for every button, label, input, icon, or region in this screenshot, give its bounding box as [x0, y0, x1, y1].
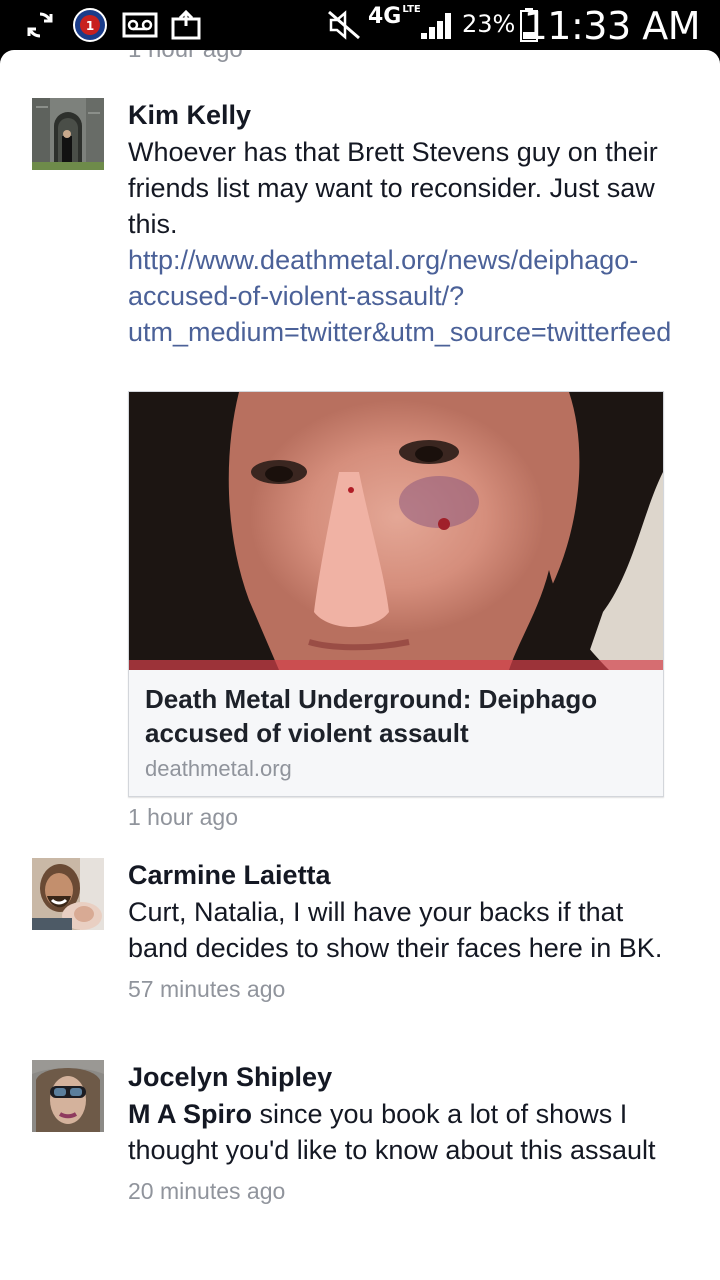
network-type: 4GLTE [368, 4, 421, 29]
clock: 11:33 AM [523, 4, 701, 48]
comment-author[interactable]: Kim Kelly [128, 98, 676, 132]
link-preview-image [129, 392, 663, 670]
mute-icon [325, 8, 363, 42]
timestamp: 1 hour ago [128, 50, 243, 64]
comment-text: Curt, Natalia, I will have your backs if… [128, 897, 663, 963]
battery-percent: 23% [462, 10, 516, 38]
comment-timestamp: 20 minutes ago [128, 1178, 286, 1204]
comment-author[interactable]: Carmine Laietta [128, 858, 676, 892]
comment-text: M A Spiro since you book a lot of shows … [128, 1096, 676, 1168]
comment-author[interactable]: Jocelyn Shipley [128, 1060, 676, 1094]
comment-body: Jocelyn Shipley M A Spiro since you book… [128, 1060, 676, 1206]
link-preview-domain: deathmetal.org [145, 756, 292, 781]
link-preview-text: Death Metal Underground: Deiphago accuse… [129, 670, 663, 796]
comments-panel: 1 hour ago Kim Kelly Whoever has that Br… [0, 50, 720, 1280]
avatar[interactable] [32, 1060, 104, 1132]
link-preview-title: Death Metal Underground: Deiphago accuse… [145, 684, 598, 748]
sync-icon [22, 8, 58, 42]
comment-text: Whoever has that Brett Stevens guy on th… [128, 134, 676, 350]
mention-link[interactable]: M A Spiro [128, 1099, 252, 1129]
avatar[interactable] [32, 98, 104, 170]
voicemail-icon [120, 8, 160, 42]
comment-link[interactable]: http://www.deathmetal.org/news/deiphago-… [128, 245, 671, 347]
upload-icon [168, 8, 204, 42]
comment-text-content: Whoever has that Brett Stevens guy on th… [128, 137, 658, 239]
status-bar: 1 4GLTE 23% 11:33 AM [0, 0, 720, 50]
comment-timestamp: 1 hour ago [128, 804, 238, 830]
comment-body: Carmine Laietta Curt, Natalia, I will ha… [128, 858, 676, 1004]
signal-icon [418, 8, 458, 42]
comment-body: Kim Kelly Whoever has that Brett Stevens… [128, 98, 676, 350]
app-badge-icon: 1 [70, 8, 110, 42]
comment-timestamp: 57 minutes ago [128, 976, 286, 1002]
link-preview-card[interactable]: Death Metal Underground: Deiphago accuse… [128, 391, 664, 797]
avatar[interactable] [32, 858, 104, 930]
svg-text:1: 1 [86, 19, 94, 33]
